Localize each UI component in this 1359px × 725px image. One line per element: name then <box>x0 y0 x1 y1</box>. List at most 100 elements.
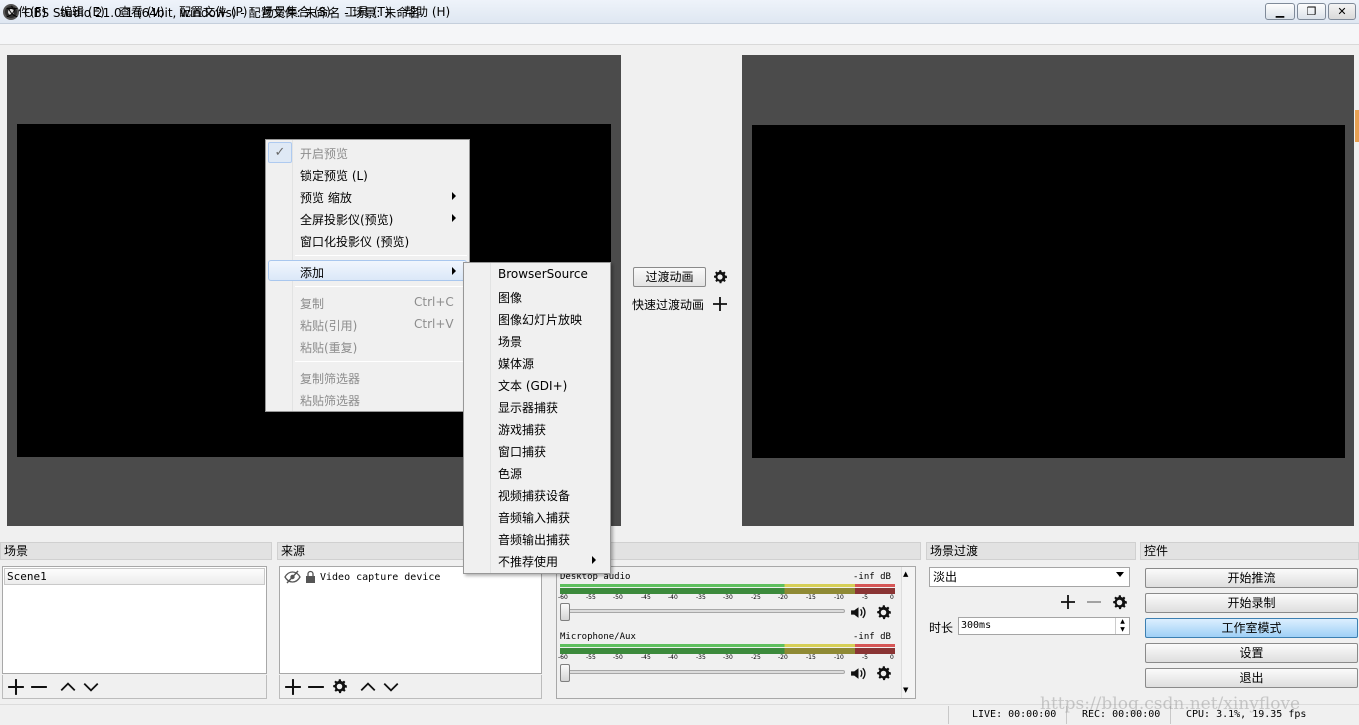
duration-spinner[interactable]: ▲ ▼ <box>1115 618 1129 634</box>
menu-item-game-capture[interactable]: 游戏捕获 <box>498 421 546 438</box>
plus-icon[interactable] <box>712 296 728 312</box>
menu-item-enable-preview[interactable]: 开启预览 <box>300 145 348 162</box>
scene-list-item[interactable]: Scene1 <box>4 568 265 585</box>
volume-slider-handle[interactable] <box>560 664 570 682</box>
menu-item-paste-reference[interactable]: 粘贴(引用) <box>300 317 357 334</box>
scroll-up-icon[interactable]: ▲ <box>903 570 908 578</box>
plus-icon[interactable] <box>1060 594 1076 610</box>
menu-item-add[interactable]: 添加 <box>300 264 324 281</box>
meter-tick: -10 <box>834 594 844 601</box>
menu-help[interactable]: 帮助 (H) <box>404 3 450 20</box>
plus-icon[interactable] <box>7 678 25 696</box>
minus-icon[interactable] <box>307 678 325 696</box>
menu-profile[interactable]: 配置文件 (P) <box>179 3 247 20</box>
watermark: https://blog.csdn.net/xinyflove <box>1040 694 1301 714</box>
menu-item-preview-scale[interactable]: 预览 缩放 <box>300 189 352 206</box>
exit-button[interactable]: 退出 <box>1145 668 1358 688</box>
start-recording-button[interactable]: 开始录制 <box>1145 593 1358 613</box>
scenes-dock-title: 场景 <box>0 542 272 560</box>
speaker-icon[interactable] <box>850 665 867 682</box>
program-canvas[interactable] <box>752 125 1345 458</box>
submenu-arrow-icon <box>452 267 456 275</box>
volume-slider[interactable] <box>562 609 845 613</box>
gear-icon[interactable] <box>711 268 729 286</box>
arrow-up-icon[interactable] <box>359 678 377 696</box>
menu-item-media-source[interactable]: 媒体源 <box>498 355 534 372</box>
mixer-channel-level: -inf dB <box>853 572 891 582</box>
menu-item-browser-source[interactable]: BrowserSource <box>498 267 588 281</box>
menu-item-window-capture[interactable]: 窗口捕获 <box>498 443 546 460</box>
gear-icon[interactable] <box>330 677 349 696</box>
arrow-up-icon[interactable] <box>59 678 77 696</box>
menu-item-paste-duplicate[interactable]: 粘贴(重复) <box>300 339 357 356</box>
menu-item-fullscreen-projector[interactable]: 全屏投影仪(预览) <box>300 211 393 228</box>
menu-edit[interactable]: 编辑 (E) <box>60 3 105 20</box>
meter-tick: -50 <box>613 594 623 601</box>
controls-dock-title: 控件 <box>1140 542 1359 560</box>
lock-icon[interactable] <box>305 570 316 583</box>
meter-tick: -20 <box>778 654 788 661</box>
mixer-scrollbar[interactable] <box>901 567 915 698</box>
start-streaming-button[interactable]: 开始推流 <box>1145 568 1358 588</box>
meter-tick: -10 <box>834 654 844 661</box>
transition-button[interactable]: 过渡动画 <box>633 267 706 287</box>
meter-tick: -45 <box>641 594 651 601</box>
menu-item-paste-filters[interactable]: 粘贴筛选器 <box>300 392 360 409</box>
menu-file[interactable]: 文件(F) <box>6 3 46 20</box>
duration-input[interactable]: 300ms <box>958 617 1130 635</box>
menu-item-image[interactable]: 图像 <box>498 289 522 306</box>
meter-scale: -60 -55 -50 -45 -40 -35 -30 -25 -20 -15 … <box>558 654 898 664</box>
meter-tick: -60 <box>558 654 568 661</box>
meter-tick: -15 <box>806 594 816 601</box>
menu-item-display-capture[interactable]: 显示器捕获 <box>498 399 558 416</box>
menu-view[interactable]: 查看 (V) <box>119 3 164 20</box>
meter-tick: -55 <box>586 654 596 661</box>
menu-item-image-slideshow[interactable]: 图像幻灯片放映 <box>498 311 582 328</box>
status-divider <box>948 706 949 724</box>
arrow-down-icon[interactable] <box>382 678 400 696</box>
meter-tick: 0 <box>890 654 894 661</box>
menu-item-video-capture-device[interactable]: 视频捕获设备 <box>498 487 570 504</box>
transition-select[interactable]: 淡出 <box>929 567 1130 587</box>
quick-transition-label: 快速过渡动画 <box>632 298 705 312</box>
volume-slider[interactable] <box>562 670 845 674</box>
volume-slider-handle[interactable] <box>560 603 570 621</box>
minus-icon[interactable] <box>1086 594 1102 610</box>
meter-tick: -35 <box>696 594 706 601</box>
minus-icon[interactable] <box>30 678 48 696</box>
menu-scene-collection[interactable]: 场景集合 (S) <box>262 3 331 20</box>
studio-mode-button[interactable]: 工作室模式 <box>1145 618 1358 638</box>
chevron-down-icon[interactable] <box>1116 572 1124 577</box>
transitions-dock-title: 场景过渡 <box>926 542 1136 560</box>
menu-item-scene[interactable]: 场景 <box>498 333 522 350</box>
volume-meter <box>560 644 895 647</box>
menu-item-text-gdi[interactable]: 文本 (GDI+) <box>498 377 567 394</box>
arrow-down-icon[interactable] <box>82 678 100 696</box>
menu-item-lock-preview[interactable]: 锁定预览 (L) <box>300 167 368 184</box>
menu-item-deprecated[interactable]: 不推荐使用 <box>498 553 558 570</box>
meter-tick: -5 <box>862 594 868 601</box>
settings-button[interactable]: 设置 <box>1145 643 1358 663</box>
menu-item-audio-output-capture[interactable]: 音频输出捕获 <box>498 531 570 548</box>
meter-tick: -50 <box>613 654 623 661</box>
menu-item-copy-filters[interactable]: 复制筛选器 <box>300 370 360 387</box>
menu-bar <box>0 24 1359 45</box>
speaker-icon[interactable] <box>850 604 867 621</box>
plus-icon[interactable] <box>284 678 302 696</box>
menu-item-windowed-projector[interactable]: 窗口化投影仪 (预览) <box>300 233 409 250</box>
maximize-button[interactable]: ❐ <box>1297 3 1326 20</box>
gear-icon[interactable] <box>874 603 893 622</box>
menu-item-copy[interactable]: 复制 <box>300 295 324 312</box>
menu-tools[interactable]: 工具 (T) <box>345 3 390 20</box>
check-icon: ✓ <box>268 142 292 163</box>
menu-item-audio-input-capture[interactable]: 音频输入捕获 <box>498 509 570 526</box>
meter-tick: -5 <box>862 654 868 661</box>
gear-icon[interactable] <box>874 664 893 683</box>
shortcut-paste: Ctrl+V <box>414 317 454 331</box>
close-button[interactable]: ✕ <box>1328 3 1356 20</box>
scroll-down-icon[interactable]: ▼ <box>903 686 908 694</box>
gear-icon[interactable] <box>1110 593 1129 612</box>
eye-hidden-icon[interactable] <box>284 570 301 584</box>
minimize-button[interactable]: ▁ <box>1265 3 1295 20</box>
menu-item-color-source[interactable]: 色源 <box>498 465 522 482</box>
